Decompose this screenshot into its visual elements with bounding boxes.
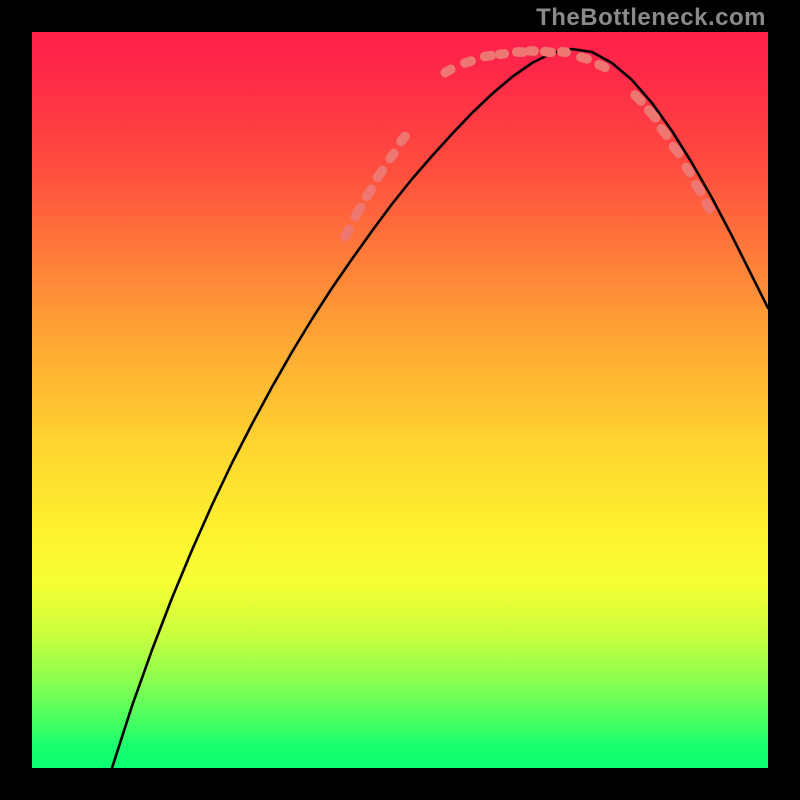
marker-pill bbox=[495, 49, 510, 60]
marker-pill bbox=[479, 50, 496, 62]
marker-pill bbox=[557, 47, 572, 58]
marker-pill bbox=[371, 164, 389, 184]
marker-pill bbox=[540, 46, 557, 57]
marker-pill bbox=[655, 122, 674, 142]
marker-pill bbox=[680, 161, 697, 180]
marker-pill bbox=[394, 130, 411, 148]
watermark-label: TheBottleneck.com bbox=[536, 4, 766, 32]
marker-pill bbox=[689, 178, 707, 198]
marker-pill bbox=[575, 51, 593, 65]
chart-frame bbox=[32, 32, 768, 768]
plot-svg bbox=[32, 32, 768, 768]
marker-pill bbox=[439, 63, 458, 79]
marker-pill bbox=[360, 183, 378, 203]
marker-pill bbox=[628, 88, 647, 108]
marker-pill bbox=[349, 201, 367, 223]
marker-layer bbox=[339, 46, 717, 243]
marker-pill bbox=[525, 46, 539, 56]
curve-path bbox=[112, 49, 768, 768]
curve-layer bbox=[112, 49, 768, 768]
marker-pill bbox=[383, 147, 400, 165]
marker-pill bbox=[339, 223, 356, 243]
marker-pill bbox=[459, 55, 477, 69]
